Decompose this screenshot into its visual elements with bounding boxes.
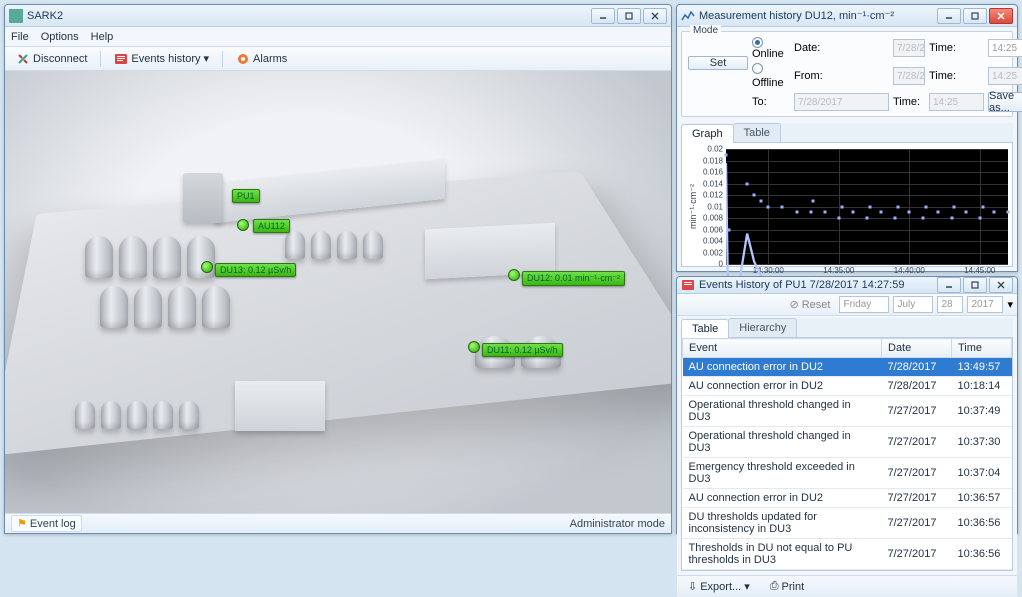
- table-row[interactable]: Operational threshold changed in DU37/27…: [683, 427, 1012, 458]
- close-button[interactable]: [989, 8, 1013, 24]
- events-table: Event Date Time AU connection error in D…: [682, 338, 1012, 570]
- print-icon: ⎙: [770, 580, 779, 593]
- close-button[interactable]: [643, 8, 667, 24]
- export-button[interactable]: ⇩Export...▾: [683, 578, 755, 595]
- offline-from-date: 7/28/2017: [893, 67, 925, 85]
- marker-du11[interactable]: DU11: 0.12 µSv/h: [482, 343, 563, 357]
- col-time[interactable]: Time: [952, 339, 1012, 358]
- export-icon: ⇩: [688, 580, 697, 593]
- day-field[interactable]: Friday: [839, 296, 889, 313]
- online-radio[interactable]: Online: [752, 36, 790, 60]
- table-row[interactable]: DU thresholds updated for inconsistency …: [683, 508, 1012, 539]
- daynum-field[interactable]: 28: [937, 296, 963, 313]
- tab-hierarchy[interactable]: Hierarchy: [728, 318, 797, 337]
- main-toolbar: Disconnect Events history ▾ Alarms: [5, 47, 671, 71]
- chart-ylabel: min⁻¹·cm⁻²: [686, 149, 700, 264]
- dropdown-icon: ▾: [204, 52, 210, 65]
- offline-to-time: 14:25: [929, 93, 984, 111]
- minimize-button[interactable]: [591, 8, 615, 24]
- events-history-window: Events History of PU1 7/28/2017 14:27:59…: [676, 276, 1018, 534]
- events-icon: [681, 278, 695, 292]
- event-log-button[interactable]: ⚑ Event log: [11, 515, 82, 532]
- offline-to-date: 7/28/2017: [794, 93, 889, 111]
- app-icon: [9, 9, 23, 23]
- main-window: SARK2 File Options Help Disconnect Event…: [4, 4, 672, 534]
- menu-options[interactable]: Options: [41, 31, 79, 43]
- chart-panel: min⁻¹·cm⁻² 00.0020.0040.0060.0080.010.01…: [681, 143, 1013, 267]
- mode-group: Mode Online Date: 7/28/2017 Time: 14:25 …: [681, 31, 1013, 117]
- marker-du12-dot[interactable]: [508, 269, 520, 281]
- meas-tabs: Graph Table: [681, 123, 1013, 143]
- maximize-button[interactable]: [617, 8, 641, 24]
- plant-3d-view[interactable]: PU1 AU112 DU13: 0.12 µSv/h DU12: 0.01 mi…: [5, 71, 671, 513]
- chart-icon: [681, 9, 695, 23]
- alarms-button[interactable]: Alarms: [231, 50, 292, 68]
- disconnect-icon: [16, 52, 30, 66]
- disconnect-button[interactable]: Disconnect: [11, 50, 92, 68]
- events-toolbar: ⊘Reset Friday July 28 2017 ▾: [677, 294, 1017, 316]
- events-icon: [114, 52, 128, 66]
- marker-du11-dot[interactable]: [468, 341, 480, 353]
- marker-du13[interactable]: DU13: 0.12 µSv/h: [215, 263, 296, 277]
- close-button[interactable]: [989, 277, 1013, 293]
- mode-label: Administrator mode: [570, 518, 665, 530]
- minimize-button[interactable]: [937, 8, 961, 24]
- table-row[interactable]: Emergency threshold exceeded in DU37/27/…: [683, 458, 1012, 489]
- table-row[interactable]: AU connection error in DU27/28/201710:18…: [683, 377, 1012, 396]
- minimize-button[interactable]: [937, 277, 961, 293]
- events-table-wrap[interactable]: Event Date Time AU connection error in D…: [681, 338, 1013, 571]
- events-tabs: Table Hierarchy: [681, 318, 1013, 338]
- col-event[interactable]: Event: [683, 339, 882, 358]
- events-history-button[interactable]: Events history ▾: [109, 50, 214, 68]
- marker-du13-dot[interactable]: [201, 261, 213, 273]
- maximize-button[interactable]: [963, 277, 987, 293]
- table-row[interactable]: AU connection error in DU27/28/201713:49…: [683, 358, 1012, 377]
- menubar: File Options Help: [5, 27, 671, 47]
- main-title: SARK2: [27, 10, 591, 22]
- events-titlebar[interactable]: Events History of PU1 7/28/2017 14:27:59: [677, 277, 1017, 294]
- menu-help[interactable]: Help: [91, 31, 114, 43]
- maximize-button[interactable]: [963, 8, 987, 24]
- year-field[interactable]: 2017: [967, 296, 1003, 313]
- main-titlebar[interactable]: SARK2: [5, 5, 671, 27]
- table-row[interactable]: Operational threshold changed in DU37/27…: [683, 396, 1012, 427]
- online-date-field: 7/28/2017: [893, 39, 925, 57]
- tab-table[interactable]: Table: [681, 319, 729, 338]
- print-button[interactable]: ⎙Print: [765, 578, 809, 595]
- table-row[interactable]: AU connection error in DU27/27/201710:36…: [683, 489, 1012, 508]
- alarm-icon: [236, 52, 250, 66]
- tab-table[interactable]: Table: [733, 123, 781, 142]
- month-field[interactable]: July: [893, 296, 933, 313]
- offline-radio[interactable]: Offline: [752, 63, 790, 89]
- dropdown-icon: ▾: [744, 580, 750, 593]
- marker-pu1[interactable]: PU1: [232, 189, 260, 203]
- marker-au112[interactable]: AU112: [253, 219, 290, 233]
- meas-titlebar[interactable]: Measurement history DU12, min⁻¹·cm⁻²: [677, 5, 1017, 27]
- main-statusbar: ⚑ Event log Administrator mode: [5, 513, 671, 533]
- marker-au112-dot[interactable]: [237, 219, 249, 231]
- offline-from-time: 14:25: [988, 67, 1022, 85]
- reset-button[interactable]: ⊘Reset: [785, 296, 836, 313]
- tab-graph[interactable]: Graph: [681, 124, 734, 143]
- chart-canvas[interactable]: 00.0020.0040.0060.0080.010.0120.0140.016…: [726, 149, 1008, 264]
- col-date[interactable]: Date: [882, 339, 952, 358]
- online-time-field[interactable]: 14:25: [988, 39, 1022, 57]
- events-title: Events History of PU1 7/28/2017 14:27:59: [699, 279, 937, 291]
- set-button[interactable]: Set: [688, 56, 748, 70]
- events-statusbar: ⇩Export...▾ ⎙Print: [677, 575, 1017, 597]
- menu-file[interactable]: File: [11, 31, 29, 43]
- marker-du12[interactable]: DU12: 0.01 min⁻¹·cm⁻²: [522, 271, 625, 286]
- meas-title: Measurement history DU12, min⁻¹·cm⁻²: [699, 9, 937, 22]
- dropdown-icon[interactable]: ▾: [1007, 298, 1013, 311]
- table-row[interactable]: Thresholds in DU not equal to PU thresho…: [683, 539, 1012, 570]
- flag-icon: ⚑: [17, 517, 27, 530]
- save-as-button[interactable]: Save as...: [988, 92, 1022, 112]
- measurement-history-window: Measurement history DU12, min⁻¹·cm⁻² Mod…: [676, 4, 1018, 272]
- reset-icon: ⊘: [790, 298, 799, 311]
